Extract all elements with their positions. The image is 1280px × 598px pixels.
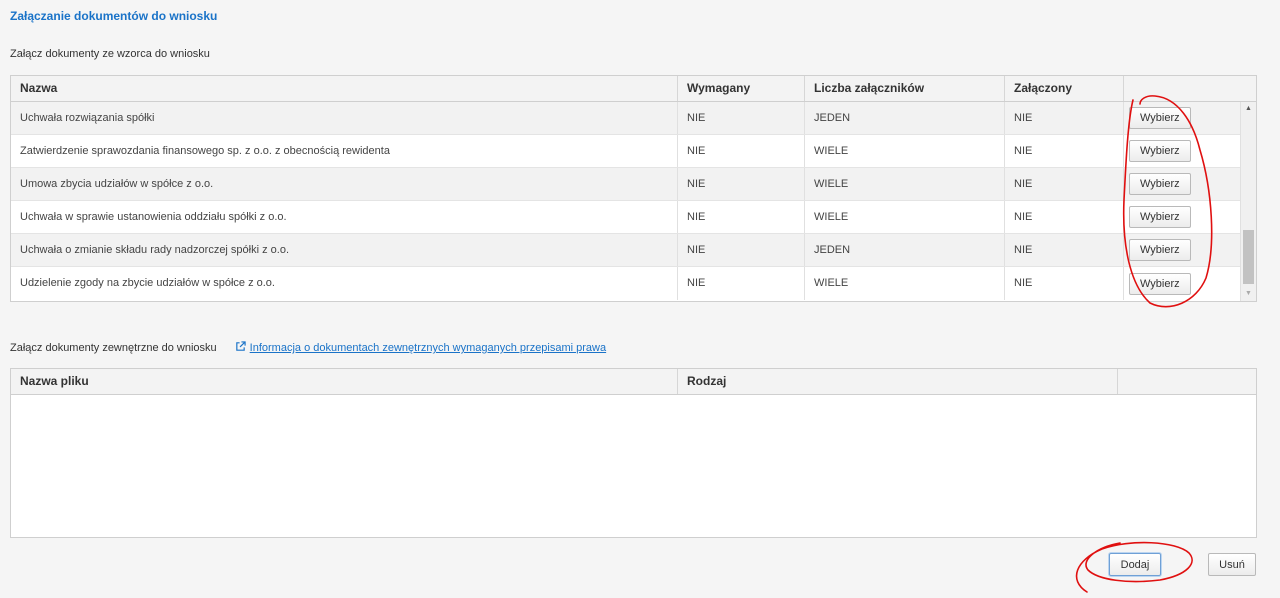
cell-attachment-count: WIELE	[805, 267, 1005, 300]
cell-attachment-count: JEDEN	[805, 234, 1005, 266]
choose-button[interactable]: Wybierz	[1129, 206, 1191, 228]
cell-action: Wybierz	[1124, 201, 1242, 233]
external-section-label: Załącz dokumenty zewnętrzne do wniosku	[10, 342, 217, 354]
choose-button[interactable]: Wybierz	[1129, 173, 1191, 195]
cell-action: Wybierz	[1124, 267, 1242, 300]
cell-attached: NIE	[1005, 102, 1124, 134]
column-header-action	[1124, 76, 1242, 101]
table-row[interactable]: Uchwała w sprawie ustanowienia oddziału …	[11, 201, 1256, 234]
cell-action: Wybierz	[1124, 168, 1242, 200]
cell-attachment-count: WIELE	[805, 135, 1005, 167]
table-row[interactable]: Uchwała o zmianie składu rady nadzorczej…	[11, 234, 1256, 267]
external-documents-info-link[interactable]: Informacja o dokumentach zewnętrznych wy…	[250, 342, 606, 354]
choose-button[interactable]: Wybierz	[1129, 140, 1191, 162]
cell-action: Wybierz	[1124, 234, 1242, 266]
external-grid-body-empty	[11, 395, 1256, 537]
cell-document-name: Uchwała w sprawie ustanowienia oddziału …	[11, 201, 678, 233]
cell-required: NIE	[678, 201, 805, 233]
cell-attachment-count: WIELE	[805, 201, 1005, 233]
cell-required: NIE	[678, 168, 805, 200]
column-header-attached[interactable]: Załączony	[1005, 76, 1124, 101]
cell-attached: NIE	[1005, 234, 1124, 266]
template-section-label: Załącz dokumenty ze wzorca do wniosku	[10, 48, 210, 60]
external-section-header: Załącz dokumenty zewnętrzne do wniosku I…	[10, 341, 606, 355]
table-row[interactable]: Udzielenie zgody na zbycie udziałów w sp…	[11, 267, 1256, 300]
column-header-file-name[interactable]: Nazwa pliku	[11, 369, 678, 394]
cell-required: NIE	[678, 234, 805, 266]
external-link-icon-svg	[235, 341, 246, 351]
scroll-thumb[interactable]	[1243, 230, 1254, 284]
column-header-external-action	[1118, 369, 1256, 394]
column-header-type[interactable]: Rodzaj	[678, 369, 1118, 394]
add-button[interactable]: Dodaj	[1109, 553, 1161, 576]
external-grid-header: Nazwa pliku Rodzaj	[11, 369, 1256, 395]
template-grid-header: Nazwa Wymagany Liczba załączników Załącz…	[11, 76, 1256, 102]
table-row[interactable]: Uchwała rozwiązania spółki NIE JEDEN NIE Wyb…	[11, 102, 1256, 135]
cell-attached: NIE	[1005, 267, 1124, 300]
cell-attachment-count: JEDEN	[805, 102, 1005, 134]
cell-attachment-count: WIELE	[805, 168, 1005, 200]
cell-document-name: Umowa zbycia udziałów w spółce z o.o.	[11, 168, 678, 200]
cell-required: NIE	[678, 135, 805, 167]
cell-document-name: Udzielenie zgody na zbycie udziałów w sp…	[11, 267, 678, 300]
cell-required: NIE	[678, 267, 805, 300]
cell-document-name: Uchwała o zmianie składu rady nadzorczej…	[11, 234, 678, 266]
column-header-name[interactable]: Nazwa	[11, 76, 678, 101]
cell-action: Wybierz	[1124, 102, 1242, 134]
scroll-up-arrow-icon[interactable]: ▲	[1241, 102, 1256, 116]
scroll-down-arrow-icon[interactable]: ▼	[1241, 287, 1256, 301]
cell-document-name: Uchwała rozwiązania spółki	[11, 102, 678, 134]
cell-required: NIE	[678, 102, 805, 134]
external-link-icon[interactable]	[235, 341, 246, 355]
column-header-required[interactable]: Wymagany	[678, 76, 805, 101]
template-grid-body: Uchwała rozwiązania spółki NIE JEDEN NIE Wyb…	[11, 102, 1256, 300]
column-header-attachment-count[interactable]: Liczba załączników	[805, 76, 1005, 101]
cell-action: Wybierz	[1124, 135, 1242, 167]
choose-button[interactable]: Wybierz	[1129, 272, 1191, 295]
choose-button[interactable]: Wybierz	[1129, 239, 1191, 261]
cell-document-name: Zatwierdzenie sprawozdania finansowego s…	[11, 135, 678, 167]
external-files-grid: Nazwa pliku Rodzaj	[10, 368, 1257, 538]
choose-button[interactable]: Wybierz	[1129, 107, 1191, 129]
cell-attached: NIE	[1005, 201, 1124, 233]
table-row[interactable]: Zatwierdzenie sprawozdania finansowego s…	[11, 135, 1256, 168]
table-row[interactable]: Umowa zbycia udziałów w spółce z o.o. NIE…	[11, 168, 1256, 201]
template-documents-grid: Nazwa Wymagany Liczba załączników Załącz…	[10, 75, 1257, 302]
template-grid-scrollbar[interactable]: ▲ ▼	[1240, 102, 1256, 301]
cell-attached: NIE	[1005, 168, 1124, 200]
cell-attached: NIE	[1005, 135, 1124, 167]
page-title: Załączanie dokumentów do wniosku	[10, 9, 218, 23]
remove-button[interactable]: Usuń	[1208, 553, 1256, 576]
